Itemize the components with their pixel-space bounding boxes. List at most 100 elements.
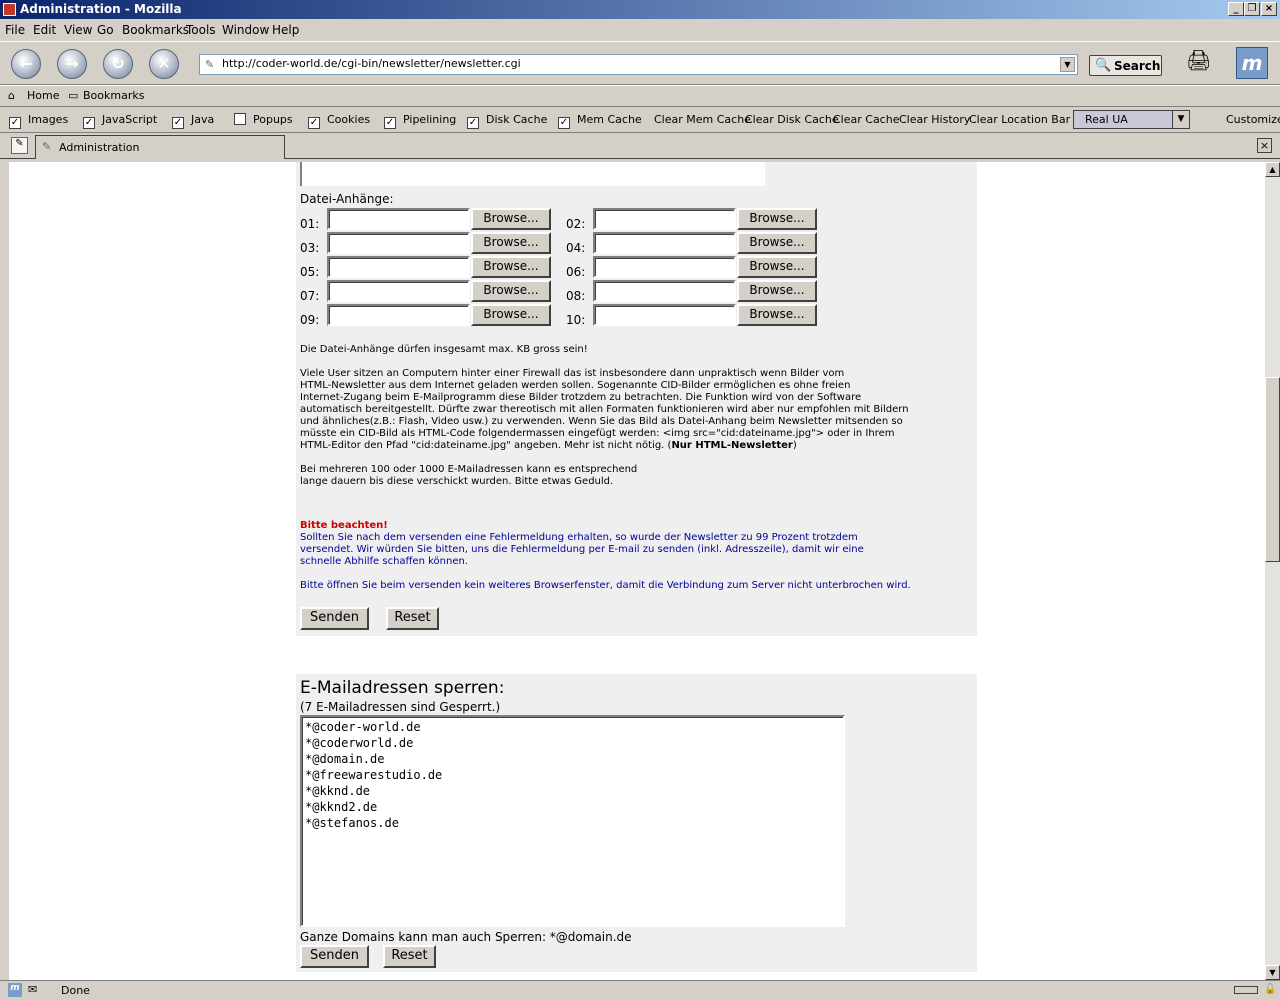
checkbox-box: ✓ <box>9 117 21 129</box>
url-bar[interactable]: ✎ ▼ <box>199 54 1078 75</box>
checkbox-label: Disk Cache <box>486 113 548 126</box>
forward-button[interactable]: → <box>57 49 87 79</box>
restore-button[interactable]: ❐ <box>1244 2 1260 16</box>
cid-info-close: ) <box>792 440 797 451</box>
attachment-10-input[interactable] <box>593 304 736 326</box>
attachment-01-input[interactable] <box>327 208 470 230</box>
pipelining-checkbox[interactable]: ✓ Pipelining <box>384 113 456 129</box>
attachment-label: 10: <box>566 313 586 327</box>
attachment-label: 07: <box>300 289 320 303</box>
clear-mem-cache-button[interactable]: Clear Mem Cache <box>654 113 751 126</box>
mozilla-status-icon[interactable]: m <box>8 983 22 997</box>
menu-view[interactable]: View <box>64 23 92 37</box>
attachment-02-input[interactable] <box>593 208 736 230</box>
clear-location-bar-button[interactable]: Clear Location Bar <box>969 113 1070 126</box>
stop-icon: ✕ <box>157 54 171 73</box>
attachment-label: 05: <box>300 265 320 279</box>
disk-cache-checkbox[interactable]: ✓ Disk Cache <box>467 113 547 129</box>
menu-go[interactable]: Go <box>97 23 114 37</box>
attachment-label: 02: <box>566 217 586 231</box>
scroll-down-icon[interactable]: ▼ <box>1265 965 1280 980</box>
blocked-addresses-textarea[interactable]: *@coder-world.de *@coderworld.de *@domai… <box>300 715 845 927</box>
message-textarea[interactable] <box>300 162 765 186</box>
home-button[interactable]: Home <box>27 89 59 102</box>
checkbox-box: ✓ <box>558 117 570 129</box>
page-icon: ✎ <box>42 140 52 153</box>
attachment-08-input[interactable] <box>593 280 736 302</box>
reset-block-button[interactable]: Reset <box>383 945 436 968</box>
window-title: Administration - Mozilla <box>20 2 182 16</box>
attachment-09-browse-button[interactable]: Browse... <box>471 304 551 326</box>
attachment-05-browse-button[interactable]: Browse... <box>471 256 551 278</box>
menu-help[interactable]: Help <box>272 23 299 37</box>
attachment-10-browse-button[interactable]: Browse... <box>737 304 817 326</box>
user-agent-select[interactable]: Real UA ▼ <box>1073 110 1190 129</box>
attachment-08-browse-button[interactable]: Browse... <box>737 280 817 302</box>
attachment-01-browse-button[interactable]: Browse... <box>471 208 551 230</box>
clear-history-button[interactable]: Clear History <box>899 113 970 126</box>
attachment-07-input[interactable] <box>327 280 470 302</box>
vertical-scrollbar[interactable]: ▲ ▼ <box>1265 162 1280 980</box>
print-icon[interactable]: 🖨 <box>1186 48 1216 78</box>
checkbox-box <box>234 113 246 125</box>
close-window-button[interactable]: × <box>1261 2 1277 16</box>
checkbox-label: Images <box>28 113 69 126</box>
attachment-04-input[interactable] <box>593 232 736 254</box>
scroll-thumb[interactable] <box>1265 377 1280 562</box>
back-arrow-icon: ← <box>19 54 33 73</box>
bookmarks-button[interactable]: Bookmarks <box>83 89 144 102</box>
reload-button[interactable]: ↻ <box>103 49 133 79</box>
checkbox-label: Cookies <box>327 113 371 126</box>
menu-window[interactable]: Window <box>222 23 269 37</box>
attachment-05-input[interactable] <box>327 256 470 278</box>
javascript-checkbox[interactable]: ✓ JavaScript <box>83 113 157 129</box>
attachment-label: 01: <box>300 217 320 231</box>
mem-cache-checkbox[interactable]: ✓ Mem Cache <box>558 113 642 129</box>
send-newsletter-button[interactable]: Senden <box>300 607 369 630</box>
attachment-06-browse-button[interactable]: Browse... <box>737 256 817 278</box>
back-button[interactable]: ← <box>11 49 41 79</box>
url-input[interactable] <box>222 57 1052 70</box>
tab-administration[interactable]: ✎ Administration <box>35 135 285 159</box>
menu-bookmarks[interactable]: Bookmarks <box>122 23 189 37</box>
popups-checkbox[interactable]: Popups <box>234 113 293 126</box>
send-block-button[interactable]: Senden <box>300 945 369 968</box>
menu-tools[interactable]: Tools <box>186 23 216 37</box>
attachment-09-input[interactable] <box>327 304 470 326</box>
clear-cache-button[interactable]: Clear Cache <box>833 113 899 126</box>
new-tab-icon[interactable]: ✎ <box>11 137 28 154</box>
checkbox-label: Popups <box>253 113 293 126</box>
url-dropdown-icon[interactable]: ▼ <box>1060 57 1075 72</box>
minimize-button[interactable]: _ <box>1228 2 1244 16</box>
reset-newsletter-button[interactable]: Reset <box>386 607 439 630</box>
status-bar: m ✉ Done 🔓 <box>0 980 1280 1000</box>
clear-disk-cache-button[interactable]: Clear Disk Cache <box>745 113 839 126</box>
tab-label: Administration <box>59 141 140 154</box>
java-checkbox[interactable]: ✓ Java <box>172 113 214 129</box>
mozilla-logo-icon[interactable]: m <box>1236 47 1268 79</box>
attachment-03-input[interactable] <box>327 232 470 254</box>
attachment-06-input[interactable] <box>593 256 736 278</box>
security-icon: ✉ <box>28 983 38 996</box>
search-button[interactable]: 🔍 Search <box>1089 55 1162 76</box>
mozilla-app-icon <box>3 3 16 16</box>
max-size-note: Die Datei-Anhänge dürfen insgesamt max. … <box>300 344 588 355</box>
cid-info-body: Viele User sitzen an Computern hinter ei… <box>300 368 909 451</box>
attachment-03-browse-button[interactable]: Browse... <box>471 232 551 254</box>
close-tab-icon[interactable]: × <box>1257 138 1272 153</box>
menu-file[interactable]: File <box>5 23 25 37</box>
scroll-up-icon[interactable]: ▲ <box>1265 162 1280 177</box>
chevron-down-icon: ▼ <box>1172 111 1189 128</box>
attachment-07-browse-button[interactable]: Browse... <box>471 280 551 302</box>
customize-button[interactable]: Customize <box>1226 113 1280 126</box>
checkbox-box: ✓ <box>384 117 396 129</box>
cookies-checkbox[interactable]: ✓ Cookies <box>308 113 370 129</box>
stop-button[interactable]: ✕ <box>149 49 179 79</box>
attachment-02-browse-button[interactable]: Browse... <box>737 208 817 230</box>
block-heading: E-Mailadressen sperren: <box>300 678 505 698</box>
images-checkbox[interactable]: ✓ Images <box>9 113 68 129</box>
attention-heading: Bitte beachten! <box>300 520 388 531</box>
menu-edit[interactable]: Edit <box>33 23 56 37</box>
attachment-04-browse-button[interactable]: Browse... <box>737 232 817 254</box>
forward-arrow-icon: → <box>65 54 79 73</box>
